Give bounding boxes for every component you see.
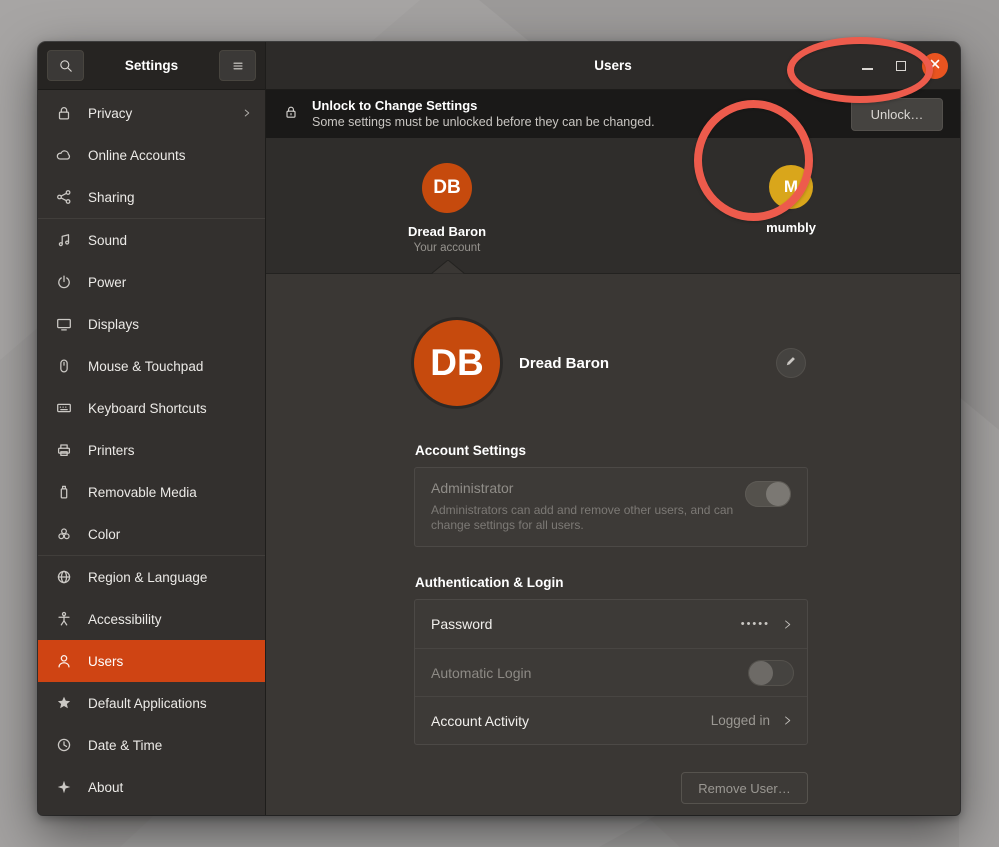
sidebar-item-region-language[interactable]: Region & Language [38, 556, 265, 598]
hamburger-icon [230, 58, 246, 74]
close-icon [929, 57, 941, 75]
search-icon [58, 58, 74, 74]
maximize-icon [896, 61, 906, 71]
administrator-row: Administrator Administrators can add and… [415, 468, 807, 546]
search-button[interactable] [47, 50, 84, 81]
sidebar-item-sound[interactable]: Sound [38, 219, 265, 261]
maximize-button[interactable] [888, 53, 914, 79]
minimize-icon [862, 68, 873, 70]
unlock-button[interactable]: Unlock… [851, 98, 943, 131]
account-activity-row[interactable]: Account Activity Logged in [415, 696, 807, 744]
lock-icon [55, 104, 73, 122]
share-icon [55, 188, 73, 206]
unlock-banner: Unlock to Change Settings Some settings … [266, 90, 960, 138]
color-circles-icon [55, 525, 73, 543]
lock-icon [283, 104, 299, 125]
administrator-label: Administrator [431, 480, 791, 496]
sidebar-item-about[interactable]: About [38, 766, 265, 808]
toggle-knob [766, 482, 790, 506]
password-label: Password [431, 616, 492, 632]
user-name: Dread Baron [377, 224, 517, 239]
sidebar: Settings Privacy Online Accounts Shar [38, 42, 266, 815]
sidebar-item-power[interactable]: Power [38, 261, 265, 303]
unlock-banner-subtitle: Some settings must be unlocked before th… [312, 115, 655, 130]
edit-name-button[interactable] [776, 348, 806, 378]
settings-window: Settings Privacy Online Accounts Shar [38, 42, 960, 815]
flash-drive-icon [55, 483, 73, 501]
sidebar-list: Privacy Online Accounts Sharing Sound [38, 90, 265, 815]
account-settings-card: Administrator Administrators can add and… [414, 467, 808, 547]
avatar-dread-baron[interactable]: DB [422, 163, 472, 213]
sidebar-item-date-time[interactable]: Date & Time [38, 724, 265, 766]
star-icon [55, 694, 73, 712]
automatic-login-label: Automatic Login [431, 665, 531, 681]
chevron-right-icon [781, 714, 794, 727]
account-name: Dread Baron [519, 355, 609, 372]
keyboard-icon [55, 399, 73, 417]
window-controls [854, 42, 948, 89]
music-note-icon [55, 231, 73, 249]
sidebar-item-sharing[interactable]: Sharing [38, 176, 265, 218]
avatar-mumbly[interactable]: M [769, 165, 813, 209]
sidebar-item-accessibility[interactable]: Accessibility [38, 598, 265, 640]
page-title: Users [594, 58, 632, 73]
close-button[interactable] [922, 53, 948, 79]
main-pane: Users Unlock to Change Settings Some set… [266, 42, 960, 815]
pencil-icon [784, 354, 798, 373]
administrator-toggle[interactable] [745, 481, 791, 507]
sidebar-item-users[interactable]: Users [38, 640, 265, 682]
sidebar-item-color[interactable]: Color [38, 513, 265, 555]
password-dots: ••••• [741, 618, 770, 630]
chevron-right-icon [241, 107, 253, 119]
headerbar: Users [266, 42, 960, 90]
account-settings-heading: Account Settings [415, 443, 808, 458]
desktop-background: Settings Privacy Online Accounts Shar [0, 0, 999, 847]
authentication-login-heading: Authentication & Login [415, 575, 808, 590]
menu-button[interactable] [219, 50, 256, 81]
mouse-icon [55, 357, 73, 375]
user-name: mumbly [721, 220, 861, 235]
clock-icon [55, 736, 73, 754]
cloud-icon [55, 146, 73, 164]
identity-row: DB Dread Baron [414, 320, 808, 406]
selected-user-pointer [431, 260, 465, 274]
large-avatar[interactable]: DB [414, 320, 500, 406]
sidebar-item-printers[interactable]: Printers [38, 429, 265, 471]
display-icon [55, 315, 73, 333]
remove-user-button[interactable]: Remove User… [681, 772, 808, 804]
sidebar-title: Settings [84, 58, 219, 73]
sidebar-item-online-accounts[interactable]: Online Accounts [38, 134, 265, 176]
your-account-label: Your account [377, 242, 517, 254]
automatic-login-row: Automatic Login [415, 648, 807, 696]
printer-icon [55, 441, 73, 459]
account-activity-value: Logged in [711, 713, 770, 728]
automatic-login-toggle[interactable] [748, 660, 794, 686]
sidebar-item-displays[interactable]: Displays [38, 303, 265, 345]
power-icon [55, 273, 73, 291]
sidebar-item-removable-media[interactable]: Removable Media [38, 471, 265, 513]
accessibility-person-icon [55, 610, 73, 628]
users-icon [55, 652, 73, 670]
sidebar-header: Settings [38, 42, 265, 90]
user-carousel: DB Dread Baron Your account M mumbly [266, 138, 960, 274]
account-activity-label: Account Activity [431, 713, 529, 729]
minimize-button[interactable] [854, 53, 880, 79]
unlock-banner-title: Unlock to Change Settings [312, 98, 655, 113]
chevron-right-icon [781, 618, 794, 631]
user-details-panel: DB Dread Baron Account Settings Administ… [266, 274, 960, 815]
unlock-banner-text: Unlock to Change Settings Some settings … [312, 98, 655, 130]
user-card-mumbly[interactable]: M mumbly [721, 165, 861, 235]
sidebar-item-privacy[interactable]: Privacy [38, 92, 265, 134]
sidebar-item-mouse-touchpad[interactable]: Mouse & Touchpad [38, 345, 265, 387]
sparkle-icon [55, 778, 73, 796]
administrator-description: Administrators can add and remove other … [431, 503, 746, 533]
password-row[interactable]: Password ••••• [415, 600, 807, 648]
globe-icon [55, 568, 73, 586]
sidebar-item-keyboard-shortcuts[interactable]: Keyboard Shortcuts [38, 387, 265, 429]
sidebar-item-default-applications[interactable]: Default Applications [38, 682, 265, 724]
toggle-knob [749, 661, 773, 685]
user-card-dread-baron[interactable]: DB Dread Baron Your account [377, 163, 517, 254]
authentication-card: Password ••••• Automatic Login [414, 599, 808, 745]
